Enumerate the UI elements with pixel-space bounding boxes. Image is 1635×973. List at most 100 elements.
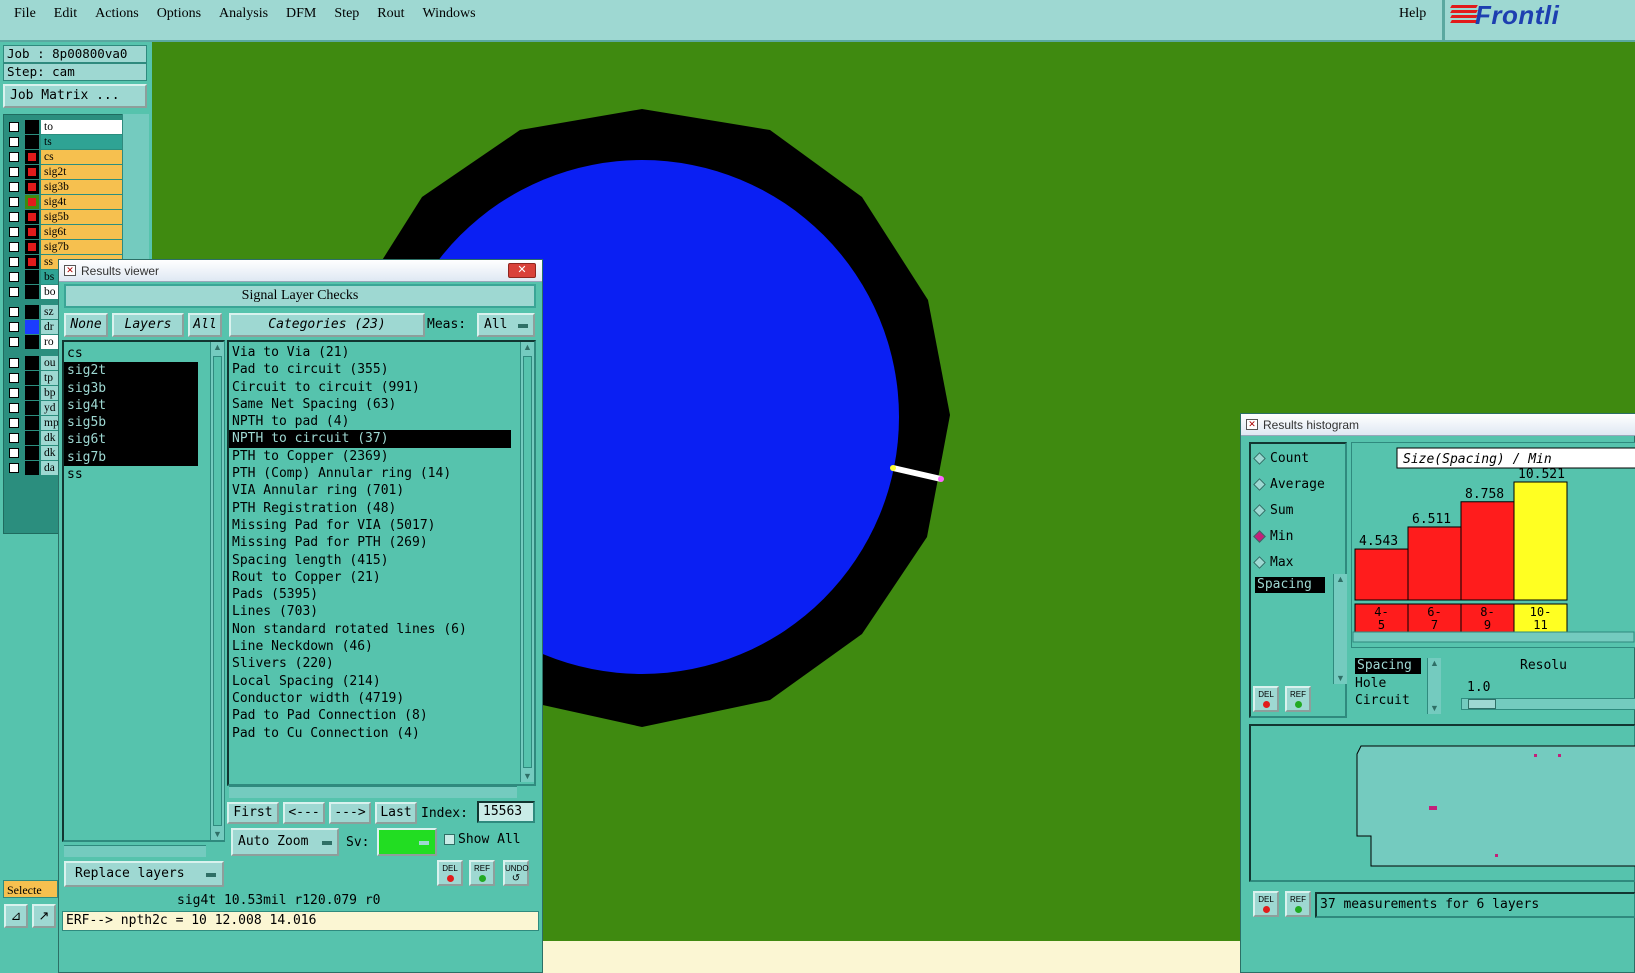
layer-color-swatch[interactable]	[25, 320, 39, 334]
layer-name[interactable]: ts	[41, 135, 123, 149]
all-button[interactable]: All	[188, 313, 222, 337]
layer-filter-item[interactable]: sig5b	[64, 414, 198, 432]
scroll-thumb[interactable]	[213, 356, 222, 826]
layer-filter-item[interactable]: ss	[64, 466, 223, 483]
layer-filter-hscrollbar[interactable]	[64, 845, 206, 857]
results-histogram-titlebar[interactable]: ✕ Results histogram	[1241, 414, 1635, 436]
layer-color-swatch[interactable]	[25, 446, 39, 460]
undo-button[interactable]: UNDO ↺	[503, 860, 529, 886]
category-item[interactable]: Pad to Pad Connection (8)	[229, 707, 534, 724]
radio-diamond-icon[interactable]	[1253, 477, 1266, 491]
radio-average[interactable]: Average	[1253, 474, 1325, 494]
job-matrix-button[interactable]: Job Matrix ...	[3, 84, 147, 108]
layer-filter-item[interactable]: sig2t	[64, 362, 198, 380]
layer-checkbox[interactable]	[9, 322, 19, 332]
layer-name[interactable]: sig6t	[41, 225, 123, 239]
layer-color-swatch[interactable]	[25, 135, 39, 149]
layer-checkbox[interactable]	[9, 167, 19, 177]
category-item[interactable]: Conductor width (4719)	[229, 690, 534, 707]
layer-checkbox[interactable]	[9, 152, 19, 162]
layer-color-swatch[interactable]	[25, 461, 39, 475]
layer-row[interactable]: sig7b	[7, 240, 125, 254]
layer-row[interactable]: sig5b	[7, 210, 125, 224]
last-button[interactable]: Last	[375, 802, 417, 824]
show-all-checkbox[interactable]	[444, 834, 455, 845]
meas-dropdown[interactable]: All	[477, 313, 535, 337]
layer-filter-item[interactable]: sig3b	[64, 379, 198, 397]
layer-checkbox[interactable]	[9, 463, 19, 473]
next-button[interactable]: --->	[329, 802, 371, 824]
category-item[interactable]: Pad to Cu Connection (4)	[229, 725, 534, 742]
layer-color-swatch[interactable]	[25, 285, 39, 299]
layer-name[interactable]: to	[41, 120, 123, 134]
category-item[interactable]: PTH (Comp) Annular ring (14)	[229, 465, 534, 482]
layer-color-swatch[interactable]	[25, 225, 39, 239]
layer-color-swatch[interactable]	[25, 305, 39, 319]
layer-checkbox[interactable]	[9, 373, 19, 383]
category-scrollbar[interactable]: ▲ ▼	[520, 342, 534, 782]
category-item[interactable]: Pad to circuit (355)	[229, 361, 534, 378]
layer-checkbox[interactable]	[9, 337, 19, 347]
layer-row[interactable]: sig6t	[7, 225, 125, 239]
layer-filter-item[interactable]: sig7b	[64, 448, 198, 467]
category-item[interactable]: Non standard rotated lines (6)	[229, 621, 534, 638]
layer-name[interactable]: cs	[41, 150, 123, 164]
menu-analysis[interactable]: Analysis	[219, 6, 268, 22]
layer-color-swatch[interactable]	[25, 416, 39, 430]
category-item[interactable]: Lines (703)	[229, 603, 534, 620]
category-item[interactable]: Pads (5395)	[229, 586, 534, 603]
layers-button[interactable]: Layers	[112, 313, 184, 337]
category-hscrollbar[interactable]	[229, 786, 517, 798]
radio-diamond-icon[interactable]	[1253, 503, 1266, 517]
layer-color-swatch[interactable]	[25, 270, 39, 284]
category-item[interactable]: Spacing length (415)	[229, 552, 534, 569]
category-item[interactable]: Rout to Copper (21)	[229, 569, 534, 586]
layer-name[interactable]: sig3b	[41, 180, 123, 194]
layer-checkbox[interactable]	[9, 257, 19, 267]
del-button[interactable]: DEL	[437, 860, 463, 886]
category-item[interactable]: Missing Pad for VIA (5017)	[229, 517, 534, 534]
layer-name[interactable]: sig2t	[41, 165, 123, 179]
category-item[interactable]: NPTH to pad (4)	[229, 413, 534, 430]
index-input[interactable]: 15563	[477, 801, 535, 823]
layer-color-swatch[interactable]	[25, 371, 39, 385]
category-item[interactable]: Slivers (220)	[229, 655, 534, 672]
histogram-del-button[interactable]: DEL	[1253, 686, 1279, 712]
radio-max[interactable]: Max	[1253, 552, 1293, 572]
layer-name[interactable]: sig5b	[41, 210, 123, 224]
layer-color-swatch[interactable]	[25, 180, 39, 194]
category-item[interactable]: PTH Registration (48)	[229, 500, 534, 517]
layer-color-swatch[interactable]	[25, 431, 39, 445]
type-item-hole[interactable]: Hole	[1355, 676, 1386, 691]
layer-checkbox[interactable]	[9, 242, 19, 252]
first-button[interactable]: First	[227, 802, 279, 824]
layer-filter-list[interactable]: cs sig2t sig3b sig4t sig5b sig6t sig7b ss	[62, 340, 225, 842]
layer-name[interactable]: sig7b	[41, 240, 123, 254]
layer-checkbox[interactable]	[9, 448, 19, 458]
layer-color-swatch[interactable]	[25, 401, 39, 415]
preview-ref-button[interactable]: REF	[1285, 891, 1311, 917]
measure-item[interactable]: Spacing	[1255, 577, 1325, 593]
radio-diamond-icon[interactable]	[1253, 555, 1266, 569]
results-viewer-titlebar[interactable]: ✕ Results viewer ✕	[59, 260, 542, 282]
category-item[interactable]: Circuit to circuit (991)	[229, 379, 534, 396]
category-item[interactable]: Missing Pad for PTH (269)	[229, 534, 534, 551]
layer-color-swatch[interactable]	[25, 386, 39, 400]
radio-diamond-icon[interactable]	[1253, 529, 1266, 543]
radio-diamond-icon[interactable]	[1253, 451, 1266, 465]
scroll-down-icon[interactable]: ▼	[1335, 673, 1346, 684]
category-item[interactable]: VIA Annular ring (701)	[229, 482, 534, 499]
none-button[interactable]: None	[64, 313, 108, 337]
layer-row[interactable]: cs	[7, 150, 125, 164]
layer-checkbox[interactable]	[9, 287, 19, 297]
layer-checkbox[interactable]	[9, 137, 19, 147]
category-item[interactable]: Line Neckdown (46)	[229, 638, 534, 655]
layer-color-swatch[interactable]	[25, 240, 39, 254]
scroll-thumb[interactable]	[523, 356, 532, 768]
layer-filter-scrollbar[interactable]: ▲ ▼	[210, 342, 224, 840]
category-item[interactable]: Same Net Spacing (63)	[229, 396, 534, 413]
slider-thumb[interactable]	[1468, 699, 1496, 709]
scroll-down-icon[interactable]: ▼	[522, 771, 533, 782]
type-list-scrollbar[interactable]: ▲ ▼	[1427, 658, 1441, 714]
layer-color-swatch[interactable]	[25, 120, 39, 134]
